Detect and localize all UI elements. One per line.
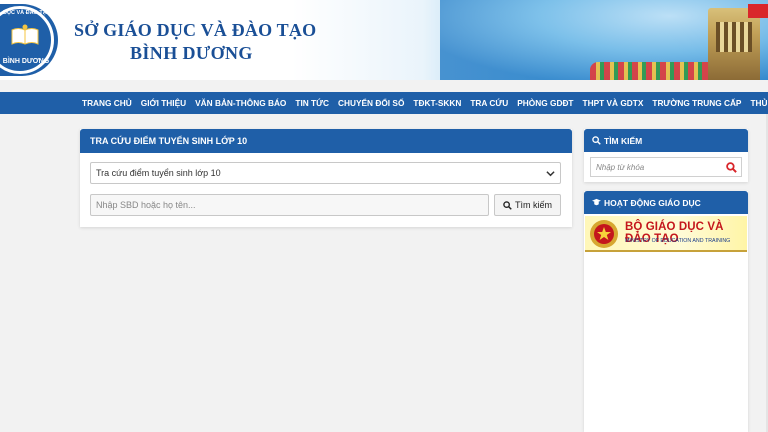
main-nav: TRANG CHỦ GIỚI THIỆU VĂN BẢN-THÔNG BÁO T… xyxy=(0,92,768,114)
nav-item-van-ban-thong-bao[interactable]: VĂN BẢN-THÔNG BÁO xyxy=(195,98,286,108)
nav-item-trang-chu[interactable]: TRANG CHỦ xyxy=(82,98,132,108)
nav-item-thpt-gdtx[interactable]: THPT VÀ GDTX xyxy=(583,98,644,108)
nav-item-tin-tuc[interactable]: TIN TỨC xyxy=(295,98,329,108)
header-flowers-decoration xyxy=(590,62,720,80)
search-submit-icon[interactable] xyxy=(726,162,737,173)
score-lookup-panel: TRA CỨU ĐIỂM TUYỂN SINH LỚP 10 Tra cứu đ… xyxy=(80,129,572,227)
site-title-line1: SỞ GIÁO DỤC VÀ ĐÀO TẠO xyxy=(74,20,317,40)
sbd-name-input[interactable]: Nhập SBD hoặc họ tên... xyxy=(90,194,489,216)
graduate-icon xyxy=(592,198,601,206)
moet-subtitle: MINISTRY OF EDUCATION AND TRAINING xyxy=(625,238,731,244)
sidebar-activities-box: HOẠT ĐỘNG GIÁO DỤC BỘ GIÁO DỤC VÀ ĐÀO TẠ… xyxy=(584,191,748,432)
logo-bottom-text: BÌNH DƯƠNG xyxy=(2,58,50,65)
keyword-search-placeholder: Nhập từ khóa xyxy=(596,162,645,172)
lookup-type-select[interactable]: Tra cứu điểm tuyển sinh lớp 10 xyxy=(90,162,561,184)
sidebar-search-header: TÌM KIẾM xyxy=(584,129,748,152)
nav-item-thu-tuc-hanh-chinh[interactable]: THỦ TỤC HÀNH C xyxy=(750,98,768,108)
sidebar-activities-title: HOẠT ĐỘNG GIÁO DỤC xyxy=(604,197,701,208)
nav-item-gioi-thieu[interactable]: GIỚI THIỆU xyxy=(141,98,186,108)
sidebar-search-title: TÌM KIẾM xyxy=(604,135,643,146)
nav-item-phong-gddt[interactable]: PHÒNG GDĐT xyxy=(517,98,573,108)
national-emblem-icon xyxy=(590,220,618,248)
moet-banner-link[interactable]: BỘ GIÁO DỤC VÀ ĐÀO TẠO MINISTRY OF EDUCA… xyxy=(585,216,747,252)
sidebar-activities-header: HOẠT ĐỘNG GIÁO DỤC xyxy=(584,191,748,214)
search-icon xyxy=(503,200,512,210)
nav-item-truong-trung-cap[interactable]: TRƯỜNG TRUNG CẤP xyxy=(652,98,741,108)
sidebar-search-box: TÌM KIẾM Nhập từ khóa xyxy=(584,129,748,182)
search-button-label: Tìm kiếm xyxy=(515,200,552,210)
nav-item-tdkt-skkn[interactable]: TĐKT-SKKN xyxy=(413,98,461,108)
panel-title: TRA CỨU ĐIỂM TUYỂN SINH LỚP 10 xyxy=(80,129,572,153)
logo-top-text: DỤC VÀ ĐÀO TẠO xyxy=(3,10,51,16)
chevron-down-icon xyxy=(546,171,555,177)
keyword-search-input[interactable]: Nhập từ khóa xyxy=(590,157,742,177)
header-flag-image xyxy=(748,4,768,18)
nav-item-tra-cuu[interactable]: TRA CỨU xyxy=(470,98,508,108)
sbd-name-placeholder: Nhập SBD hoặc họ tên... xyxy=(96,200,196,210)
site-logo[interactable]: DỤC VÀ ĐÀO TẠO BÌNH DƯƠNG xyxy=(0,4,58,76)
search-icon xyxy=(592,136,601,145)
search-button[interactable]: Tìm kiếm xyxy=(494,194,561,216)
book-icon xyxy=(11,24,39,45)
header-building-image xyxy=(708,8,760,80)
nav-item-chuyen-doi-so[interactable]: CHUYỂN ĐỔI SỐ xyxy=(338,98,404,108)
site-title-line2: BÌNH DƯƠNG xyxy=(130,43,253,63)
site-header: DỤC VÀ ĐÀO TẠO BÌNH DƯƠNG SỞ GIÁO DỤC VÀ… xyxy=(0,0,768,80)
lookup-type-selected: Tra cứu điểm tuyển sinh lớp 10 xyxy=(96,168,221,178)
